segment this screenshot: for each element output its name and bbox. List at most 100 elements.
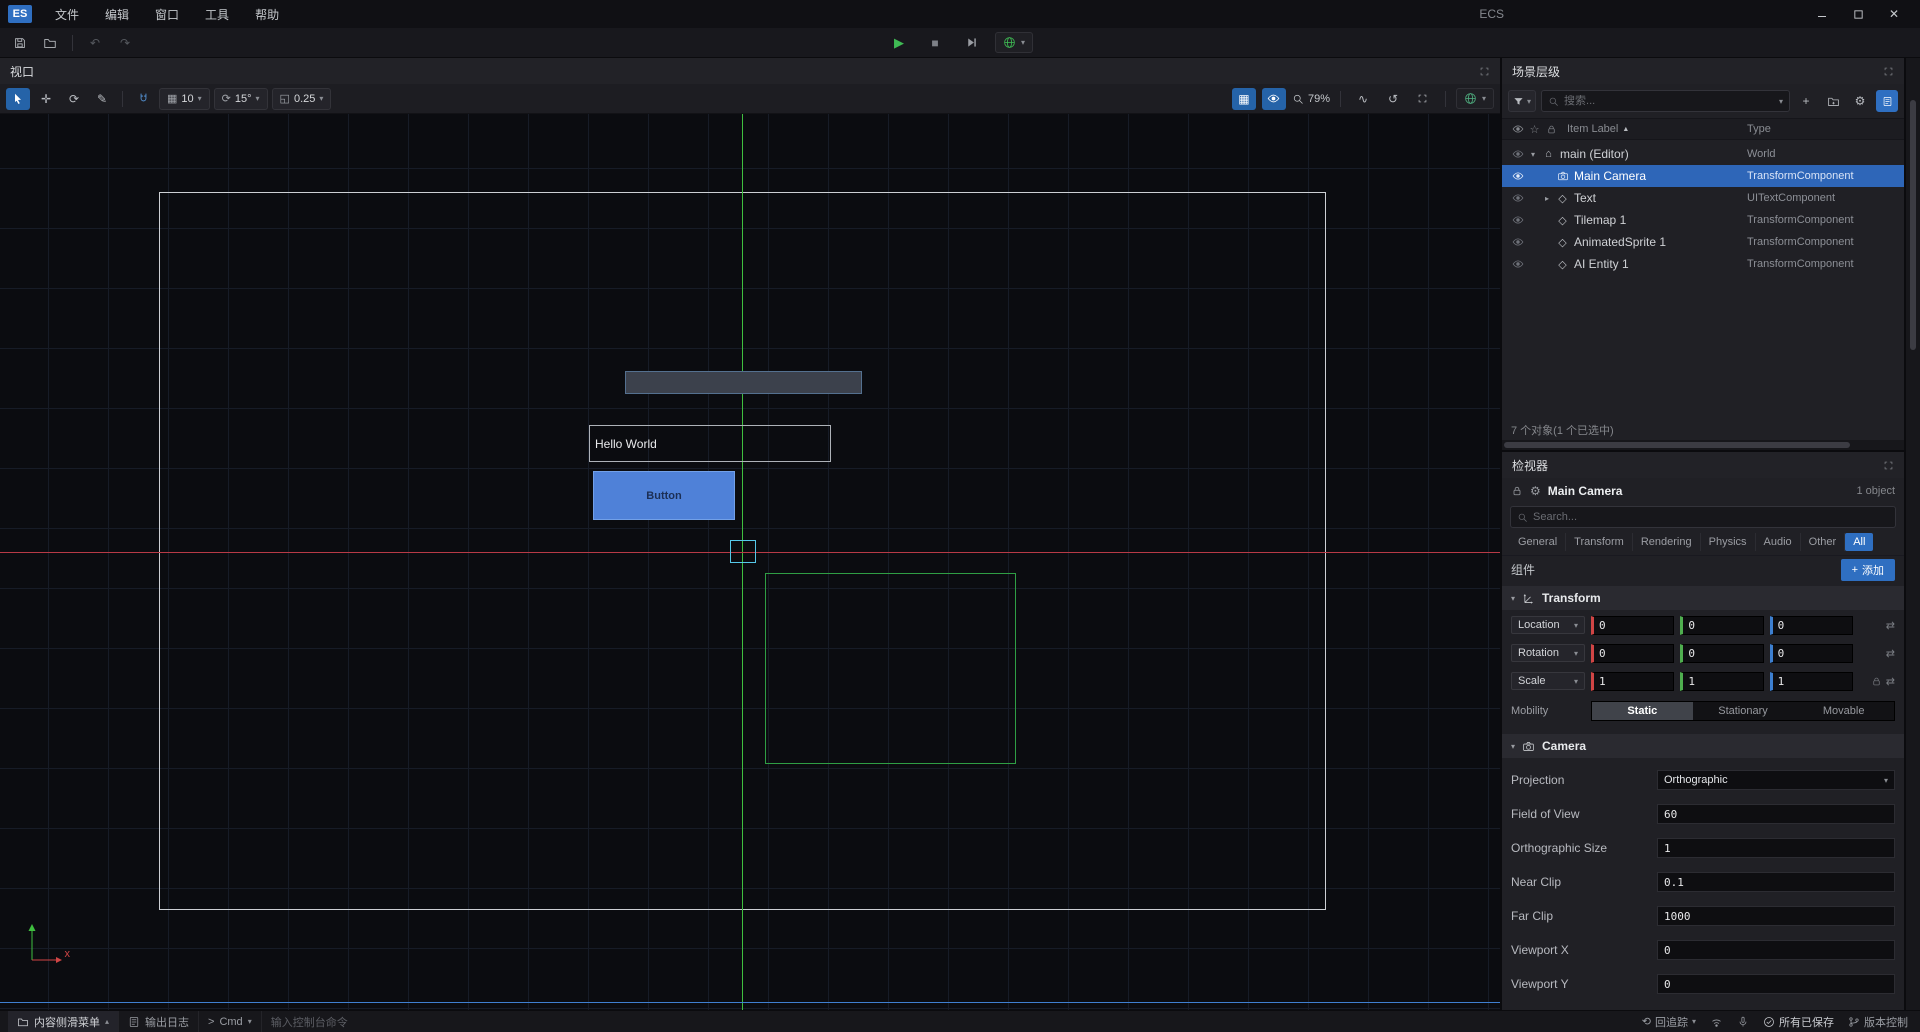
- projection-select[interactable]: Orthographic ▾: [1657, 770, 1895, 790]
- tab-all[interactable]: All: [1845, 533, 1873, 551]
- hierarchy-settings-button[interactable]: ⚙: [1849, 90, 1871, 112]
- viewport-x-field[interactable]: [1657, 940, 1895, 960]
- grid-snap-dropdown[interactable]: ▦ 10 ▾: [159, 88, 210, 110]
- rotation-x-field[interactable]: [1591, 644, 1674, 663]
- entity-bounds-rect[interactable]: [765, 573, 1016, 764]
- lock-icon[interactable]: [1871, 676, 1882, 687]
- retrace-dropdown[interactable]: ⟲ 回追踪 ▾: [1642, 1014, 1696, 1030]
- reset-link-icon[interactable]: ⇄: [1886, 619, 1895, 632]
- save-button[interactable]: [8, 32, 32, 54]
- table-row-main[interactable]: ▾ ⌂ main (Editor) World: [1502, 143, 1904, 165]
- viewport-y-field[interactable]: [1657, 974, 1895, 994]
- tab-rendering[interactable]: Rendering: [1633, 533, 1701, 551]
- tab-physics[interactable]: Physics: [1701, 533, 1756, 551]
- gear-icon[interactable]: ⚙: [1530, 484, 1541, 498]
- scrollbar-thumb[interactable]: [1504, 442, 1850, 448]
- menu-help[interactable]: 帮助: [242, 0, 292, 28]
- table-row-tilemap[interactable]: ◇ Tilemap 1 TransformComponent: [1502, 209, 1904, 231]
- visibility-eye-icon[interactable]: [1509, 170, 1526, 182]
- version-control-button[interactable]: 版本控制: [1848, 1014, 1908, 1030]
- expand-panel-icon[interactable]: [1883, 66, 1894, 77]
- chevron-right-icon[interactable]: ▸: [1540, 194, 1554, 203]
- column-item-label[interactable]: Item Label ▲: [1560, 123, 1747, 135]
- mobility-stationary-option[interactable]: Stationary: [1693, 702, 1794, 720]
- camera-origin-gizmo[interactable]: [730, 540, 756, 563]
- move-tool-button[interactable]: ✛: [34, 88, 58, 110]
- ui-button-object[interactable]: Button: [593, 471, 735, 520]
- visibility-toggle-button[interactable]: [1262, 88, 1286, 110]
- tab-other[interactable]: Other: [1801, 533, 1846, 551]
- fov-field[interactable]: [1657, 804, 1895, 824]
- scale-z-field[interactable]: [1770, 672, 1853, 691]
- edit-tool-button[interactable]: ✎: [90, 88, 114, 110]
- save-status[interactable]: 所有已保存: [1763, 1014, 1834, 1030]
- menu-file[interactable]: 文件: [42, 0, 92, 28]
- reset-link-icon[interactable]: ⇄: [1886, 647, 1895, 660]
- snap-toggle-button[interactable]: [131, 88, 155, 110]
- mobility-static-option[interactable]: Static: [1592, 702, 1693, 720]
- mobility-movable-option[interactable]: Movable: [1793, 702, 1894, 720]
- tab-transform[interactable]: Transform: [1566, 533, 1633, 551]
- menu-window[interactable]: 窗口: [142, 0, 192, 28]
- lock-column-icon[interactable]: [1543, 124, 1560, 135]
- camera-section-header[interactable]: ▾ Camera: [1502, 734, 1904, 758]
- location-x-field[interactable]: [1591, 616, 1674, 635]
- location-z-field[interactable]: [1770, 616, 1853, 635]
- menu-tools[interactable]: 工具: [192, 0, 242, 28]
- new-folder-button[interactable]: [1822, 90, 1844, 112]
- view-mode-dropdown[interactable]: ▾: [1456, 88, 1494, 109]
- panel-layout-button[interactable]: [1876, 90, 1898, 112]
- undo-button[interactable]: ↶: [83, 32, 107, 54]
- reset-view-button[interactable]: ↺: [1381, 88, 1405, 110]
- visibility-eye-icon[interactable]: [1509, 258, 1526, 270]
- scale-snap-dropdown[interactable]: ◱ 0.25 ▾: [272, 88, 332, 110]
- visibility-eye-icon[interactable]: [1509, 148, 1526, 160]
- menu-edit[interactable]: 编辑: [92, 0, 142, 28]
- table-row-text[interactable]: ▸ ◇ Text UITextComponent: [1502, 187, 1904, 209]
- ui-text-object[interactable]: Hello World: [589, 425, 831, 462]
- scale-dropdown[interactable]: Scale ▾: [1511, 672, 1585, 690]
- tilemap-object[interactable]: [625, 371, 862, 394]
- close-button[interactable]: ✕: [1876, 0, 1912, 28]
- tab-audio[interactable]: Audio: [1756, 533, 1801, 551]
- rotate-tool-button[interactable]: ⟳: [62, 88, 86, 110]
- scene-canvas[interactable]: Hello World Button x: [0, 114, 1500, 1010]
- step-button[interactable]: [959, 32, 983, 54]
- far-clip-field[interactable]: [1657, 906, 1895, 926]
- ortho-size-field[interactable]: [1657, 838, 1895, 858]
- console-command-input[interactable]: 输入控制台命令: [262, 1011, 357, 1032]
- zoom-control[interactable]: 79%: [1292, 93, 1330, 105]
- reset-link-icon[interactable]: ⇄: [1886, 675, 1895, 688]
- search-input[interactable]: [1564, 95, 1774, 107]
- minimize-button[interactable]: [1804, 0, 1840, 28]
- add-entity-button[interactable]: +: [1795, 90, 1817, 112]
- table-row-animatedsprite[interactable]: ◇ AnimatedSprite 1 TransformComponent: [1502, 231, 1904, 253]
- eye-column-icon[interactable]: [1509, 123, 1526, 135]
- table-row-main-camera[interactable]: Main Camera TransformComponent: [1502, 165, 1904, 187]
- scrollbar-thumb[interactable]: [1910, 100, 1916, 350]
- chevron-down-icon[interactable]: ▾: [1526, 150, 1540, 159]
- near-clip-field[interactable]: [1657, 872, 1895, 892]
- grid-toggle-button[interactable]: ▦: [1232, 88, 1256, 110]
- rotation-z-field[interactable]: [1770, 644, 1853, 663]
- star-column-icon[interactable]: ☆: [1526, 123, 1543, 136]
- expand-panel-icon[interactable]: [1479, 66, 1490, 77]
- stats-button[interactable]: ∿: [1351, 88, 1375, 110]
- content-drawer-button[interactable]: 内容侧滑菜单 ▴: [8, 1011, 119, 1032]
- vertical-scrollbar[interactable]: [1906, 58, 1920, 1010]
- scale-y-field[interactable]: [1680, 672, 1763, 691]
- horizontal-scrollbar[interactable]: [1502, 440, 1904, 450]
- select-tool-button[interactable]: [6, 88, 30, 110]
- filter-button[interactable]: ▾: [1508, 90, 1536, 112]
- cmd-dropdown[interactable]: > Cmd ▾: [199, 1011, 262, 1032]
- output-log-button[interactable]: 输出日志: [119, 1011, 199, 1032]
- visibility-eye-icon[interactable]: [1509, 192, 1526, 204]
- rotation-y-field[interactable]: [1680, 644, 1763, 663]
- scale-x-field[interactable]: [1591, 672, 1674, 691]
- location-dropdown[interactable]: Location ▾: [1511, 616, 1585, 634]
- expand-panel-icon[interactable]: [1883, 460, 1894, 471]
- stop-button[interactable]: ■: [923, 32, 947, 54]
- maximize-button[interactable]: [1840, 0, 1876, 28]
- play-button[interactable]: ▶: [887, 32, 911, 54]
- tab-general[interactable]: General: [1510, 533, 1566, 551]
